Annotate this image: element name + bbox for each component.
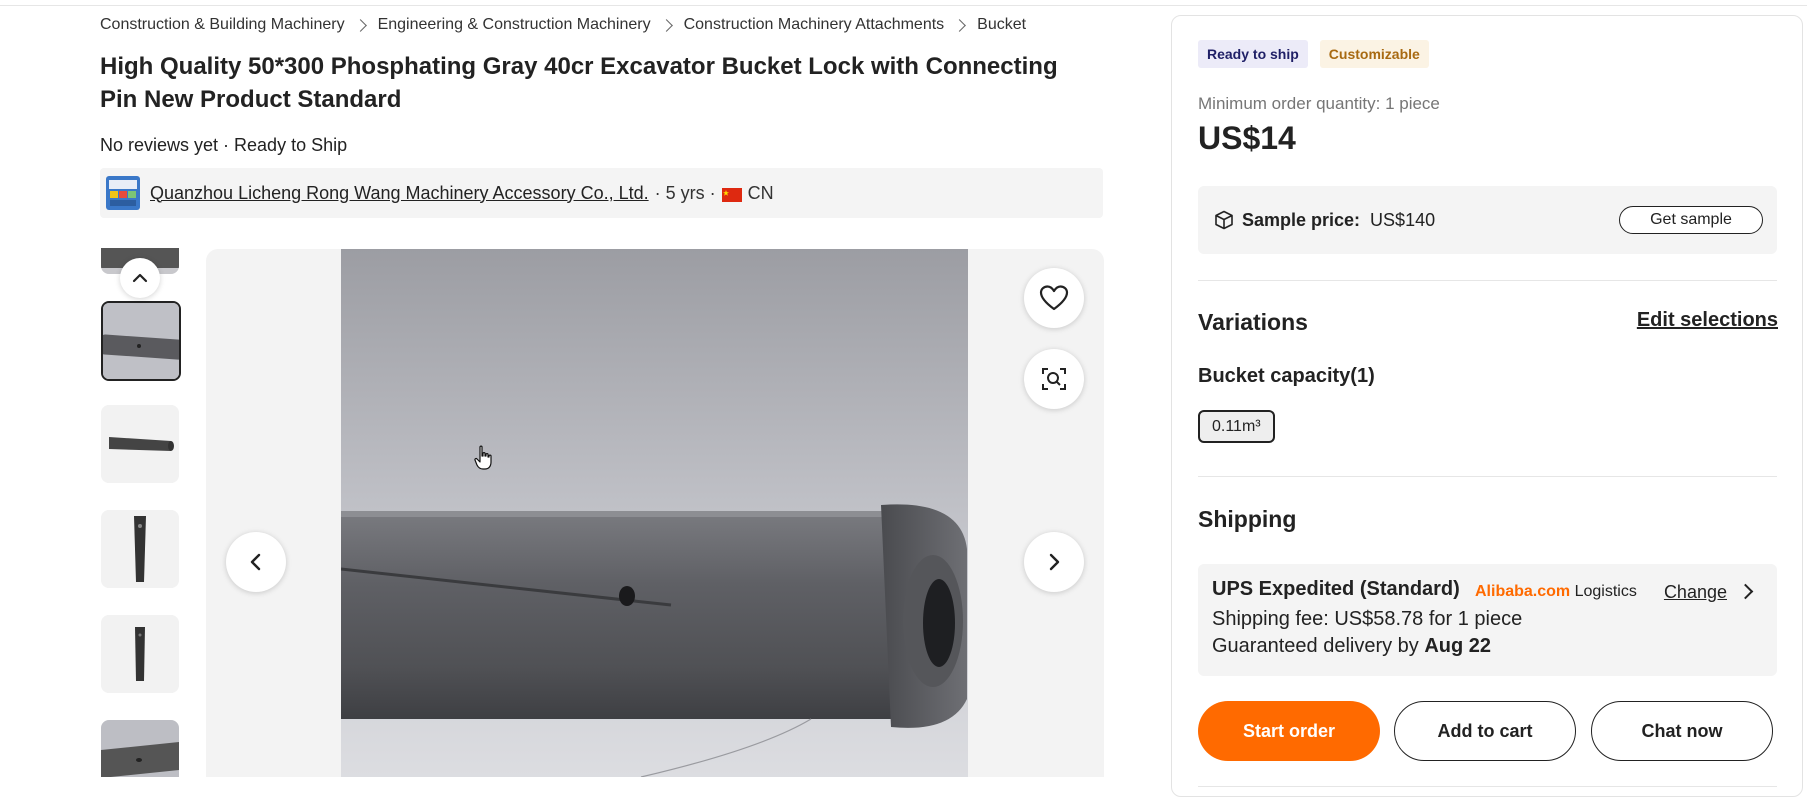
supplier-logo[interactable] bbox=[106, 176, 140, 210]
chevron-right-icon bbox=[659, 18, 673, 32]
supplier-years: · 5 yrs · bbox=[654, 182, 716, 203]
shipping-box: UPS Expedited (Standard) Alibaba.com Log… bbox=[1198, 564, 1777, 676]
delivery-date: Aug 22 bbox=[1424, 635, 1492, 657]
variations-heading: Variations bbox=[1198, 309, 1308, 335]
divider bbox=[1198, 280, 1777, 281]
thumbnail-1-active[interactable] bbox=[101, 301, 181, 381]
shipping-heading: Shipping bbox=[1198, 506, 1297, 532]
chevron-up-icon bbox=[132, 273, 148, 283]
alibaba-logistics-suffix: Logistics bbox=[1574, 583, 1637, 600]
alibaba-logistics-logo: Alibaba.com Logistics bbox=[1475, 583, 1637, 601]
thumbnail-4[interactable] bbox=[101, 615, 179, 693]
chevron-left-icon bbox=[250, 553, 261, 571]
sample-price-box: Sample price: US$140 Get sample bbox=[1198, 186, 1777, 254]
minimum-order-quantity: Minimum order quantity: 1 piece bbox=[1198, 94, 1440, 113]
product-photo bbox=[341, 249, 968, 777]
divider bbox=[1198, 786, 1777, 787]
supplier-meta: · 5 yrs · CN bbox=[655, 183, 774, 204]
thumbnail-strip[interactable] bbox=[100, 248, 182, 777]
heart-icon bbox=[1039, 285, 1069, 311]
main-product-image[interactable] bbox=[206, 249, 1104, 777]
cursor-hand-icon bbox=[474, 445, 492, 470]
image-search-icon bbox=[1042, 368, 1066, 390]
bucket-capacity-option[interactable]: 0.11m³ bbox=[1198, 410, 1275, 443]
breadcrumb-attachments[interactable]: Construction Machinery Attachments bbox=[684, 16, 945, 34]
sample-price-value: US$140 bbox=[1370, 209, 1436, 230]
product-title: High Quality 50*300 Phosphating Gray 40c… bbox=[100, 53, 1058, 113]
thumbnail-3[interactable] bbox=[101, 510, 179, 588]
breadcrumb: Construction & Building Machinery Engine… bbox=[100, 16, 1026, 34]
top-divider bbox=[0, 5, 1807, 6]
ready-to-ship-badge: Ready to ship bbox=[1198, 40, 1308, 68]
purchase-panel: Ready to ship Customizable Minimum order… bbox=[1171, 15, 1803, 797]
delivery-prefix: Guaranteed delivery by bbox=[1212, 635, 1419, 657]
previous-image-button[interactable] bbox=[226, 532, 286, 592]
thumbnail-5[interactable] bbox=[101, 720, 179, 777]
add-to-cart-button[interactable]: Add to cart bbox=[1394, 701, 1576, 761]
delivery-estimate: Guaranteed delivery by Aug 22 bbox=[1212, 635, 1491, 658]
chevron-right-icon bbox=[353, 18, 367, 32]
price: US$14 bbox=[1198, 120, 1296, 156]
breadcrumb-bucket[interactable]: Bucket bbox=[977, 16, 1026, 34]
box-icon bbox=[1215, 210, 1233, 230]
edit-selections-link[interactable]: Edit selections bbox=[1637, 309, 1778, 332]
thumbnail-scroll-up-button[interactable] bbox=[120, 258, 160, 298]
shipping-fee: Shipping fee: US$58.78 for 1 piece bbox=[1212, 608, 1523, 630]
alibaba-logistics-brand: Alibaba.com bbox=[1475, 583, 1571, 600]
favorite-button[interactable] bbox=[1024, 268, 1084, 328]
supplier-bar: Quanzhou Licheng Rong Wang Machinery Acc… bbox=[100, 168, 1103, 218]
supplier-name-link[interactable]: Quanzhou Licheng Rong Wang Machinery Acc… bbox=[150, 183, 649, 204]
divider bbox=[1198, 476, 1777, 477]
shipping-method: UPS Expedited (Standard) bbox=[1212, 578, 1460, 600]
breadcrumb-construction-building[interactable]: Construction & Building Machinery bbox=[100, 16, 345, 34]
bucket-capacity-label: Bucket capacity(1) bbox=[1198, 365, 1375, 387]
image-search-button[interactable] bbox=[1024, 349, 1084, 409]
china-flag-icon bbox=[721, 186, 742, 202]
sample-price-label: Sample price: bbox=[1242, 209, 1361, 230]
chat-now-button[interactable]: Chat now bbox=[1591, 701, 1773, 761]
supplier-country: CN bbox=[747, 182, 774, 203]
get-sample-button[interactable]: Get sample bbox=[1619, 206, 1763, 234]
customizable-badge: Customizable bbox=[1319, 40, 1429, 68]
chevron-right-icon[interactable] bbox=[1737, 583, 1754, 600]
chevron-right-icon bbox=[1049, 553, 1060, 571]
chevron-right-icon bbox=[953, 18, 967, 32]
start-order-button[interactable]: Start order bbox=[1198, 701, 1380, 761]
next-image-button[interactable] bbox=[1024, 532, 1084, 592]
breadcrumb-engineering[interactable]: Engineering & Construction Machinery bbox=[378, 16, 651, 34]
reviews-status: No reviews yet · Ready to Ship bbox=[100, 135, 348, 155]
thumbnail-2[interactable] bbox=[101, 405, 179, 483]
change-shipping-link[interactable]: Change bbox=[1664, 582, 1727, 603]
badges: Ready to ship Customizable bbox=[1198, 40, 1429, 68]
